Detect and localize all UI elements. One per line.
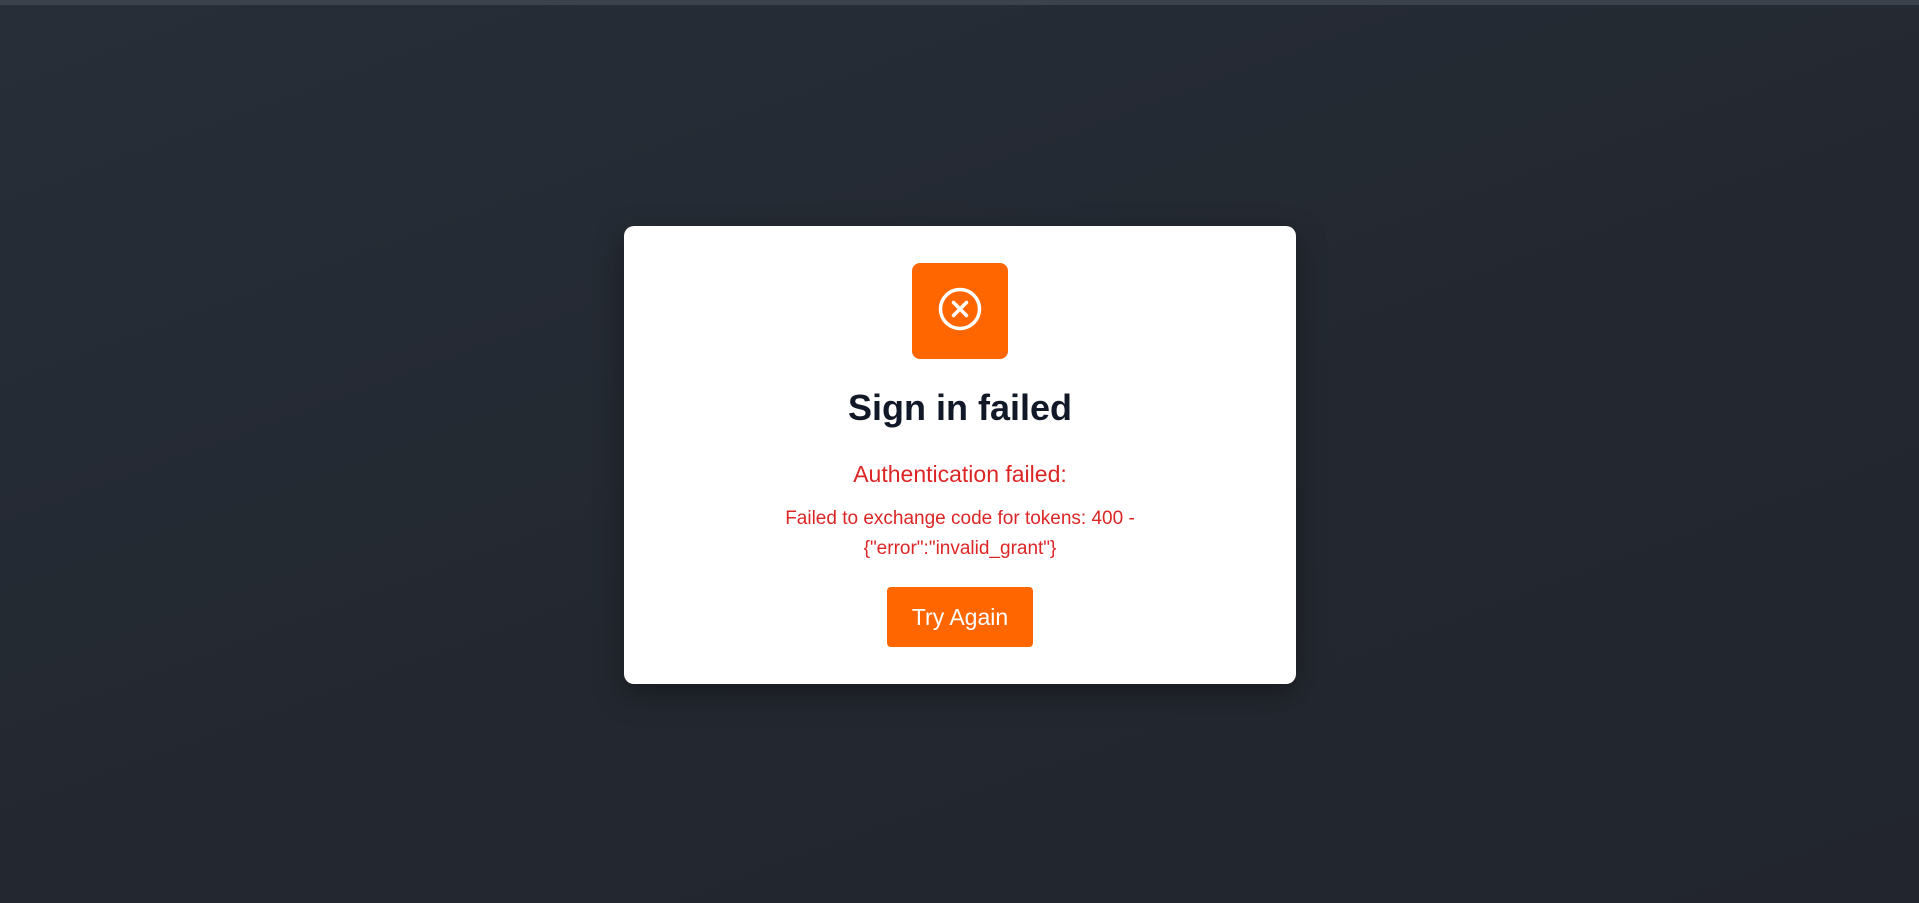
window-top-border	[0, 0, 1919, 5]
sign-in-error-dialog: Sign in failed Authentication failed: Fa…	[624, 226, 1296, 684]
error-heading: Authentication failed:	[853, 461, 1067, 487]
dialog-title: Sign in failed	[847, 387, 1072, 428]
x-circle-icon	[937, 286, 983, 337]
error-message: Failed to exchange code for tokens: 400 …	[785, 508, 1135, 559]
try-again-button[interactable]: Try Again	[887, 587, 1033, 647]
error-icon-badge	[912, 263, 1008, 359]
